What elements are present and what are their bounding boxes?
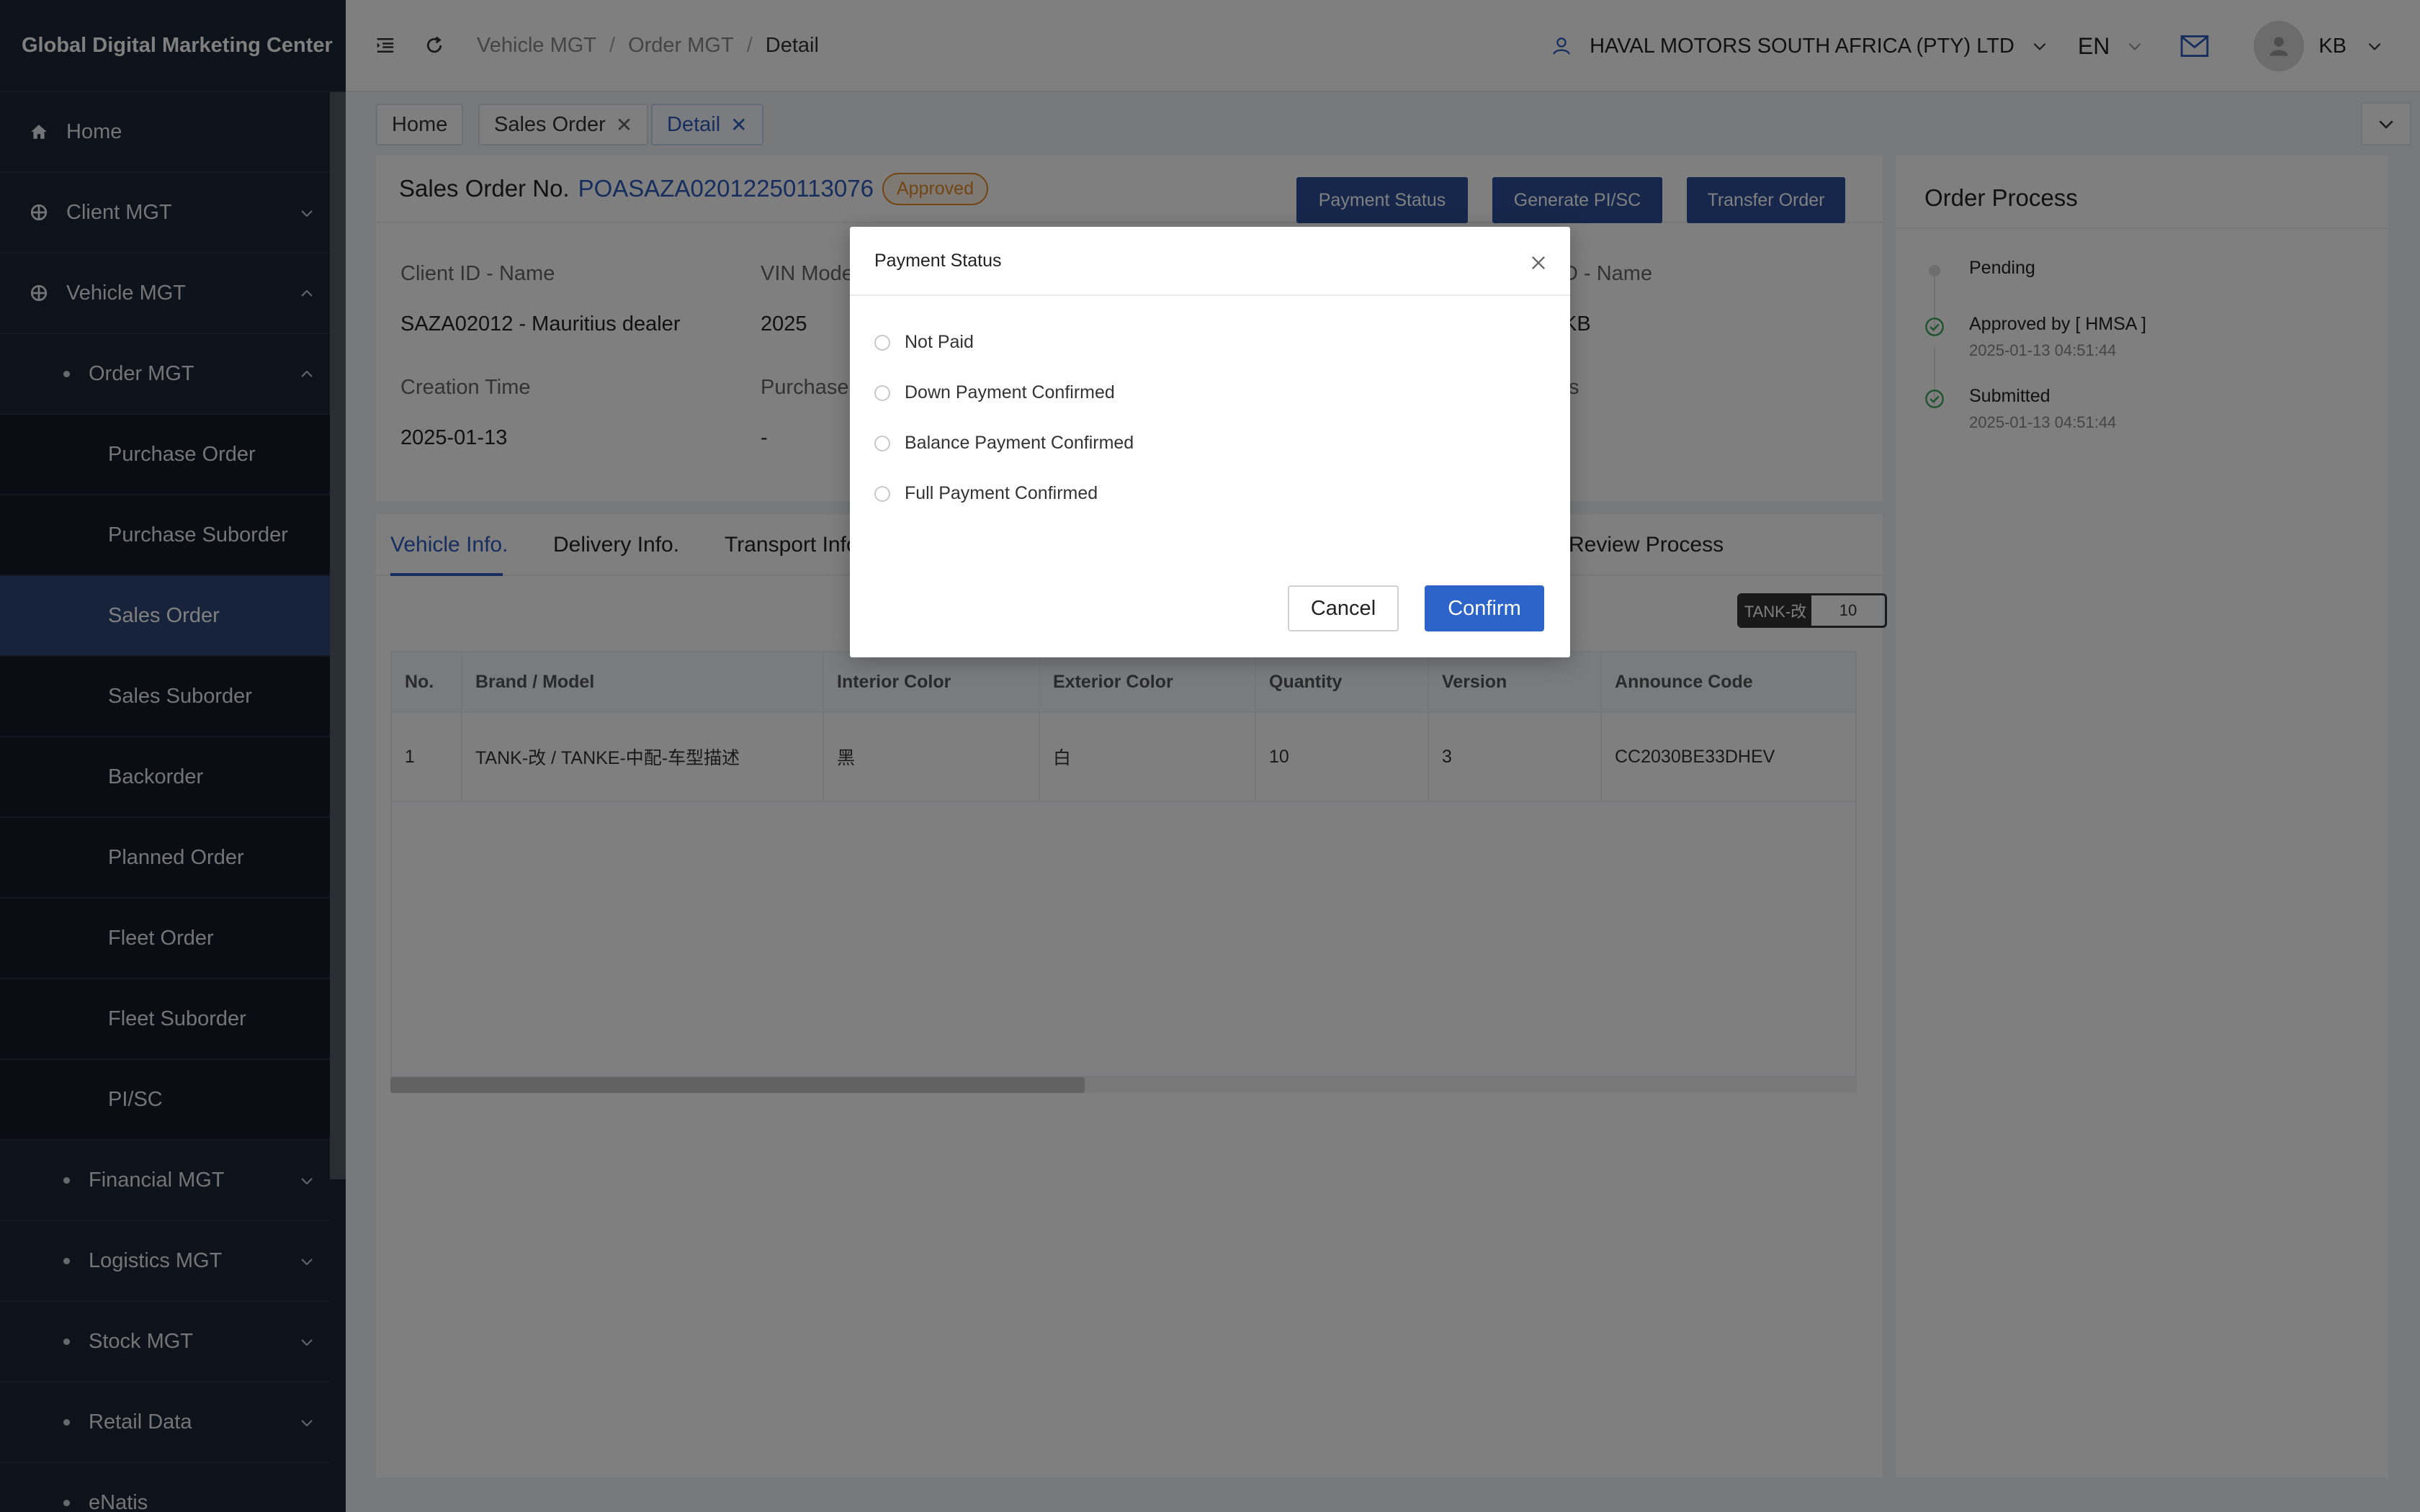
- payment-status-dialog: Payment Status Not Paid Down Payment Con…: [850, 227, 1570, 657]
- radio-label: Balance Payment Confirmed: [905, 433, 1134, 453]
- radio-label: Full Payment Confirmed: [905, 483, 1098, 503]
- radio-down-payment[interactable]: Down Payment Confirmed: [874, 382, 1115, 403]
- radio-circle-icon[interactable]: [874, 334, 890, 351]
- radio-circle-icon[interactable]: [874, 384, 890, 401]
- radio-balance-payment[interactable]: Balance Payment Confirmed: [874, 433, 1134, 454]
- radio-circle-icon[interactable]: [874, 485, 890, 502]
- close-icon[interactable]: [1528, 253, 1549, 273]
- confirm-button[interactable]: Confirm: [1425, 585, 1544, 631]
- radio-not-paid[interactable]: Not Paid: [874, 332, 974, 353]
- radio-label: Not Paid: [905, 332, 974, 352]
- cancel-button[interactable]: Cancel: [1288, 585, 1399, 631]
- radio-circle-icon[interactable]: [874, 435, 890, 451]
- radio-full-payment[interactable]: Full Payment Confirmed: [874, 483, 1098, 504]
- dialog-title: Payment Status: [850, 227, 1570, 296]
- radio-label: Down Payment Confirmed: [905, 382, 1115, 402]
